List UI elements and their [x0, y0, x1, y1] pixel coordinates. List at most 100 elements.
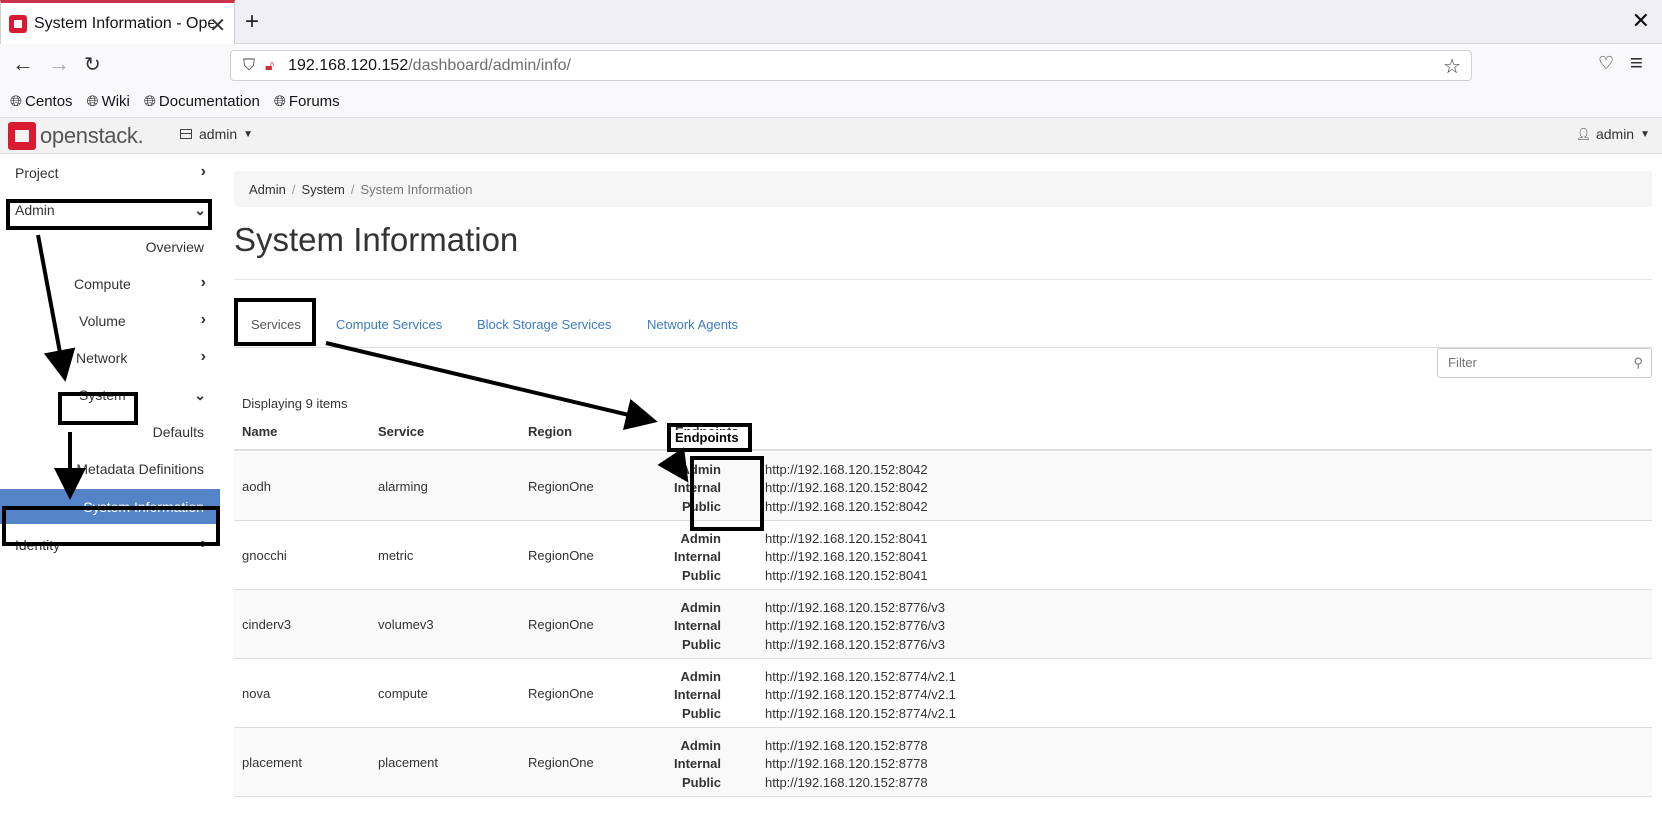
endpoint-labels: Admin Internal Public: [639, 737, 721, 792]
column-header-name[interactable]: Name: [242, 424, 277, 439]
endpoint-label-admin: Admin: [680, 669, 721, 684]
endpoint-label-public: Public: [681, 774, 721, 790]
endpoint-label-admin: Admin: [680, 462, 721, 477]
openstack-favicon-icon: [9, 14, 27, 33]
globe-icon: 🌐︎: [273, 93, 286, 110]
url-path: /dashboard/admin/info/: [408, 56, 571, 74]
endpoint-url-admin: http://192.168.120.152:8042: [765, 462, 928, 477]
sidebar-item-defaults[interactable]: Defaults: [0, 414, 220, 450]
openstack-logo[interactable]: openstack.: [8, 122, 144, 150]
back-arrow-icon[interactable]: ←: [12, 51, 34, 77]
sidebar-item-label: Admin: [15, 202, 55, 218]
url-bar[interactable]: ⛉ 🔓︎ 192.168.120.152/dashboard/admin/inf…: [230, 50, 1472, 81]
endpoint-url-admin: http://192.168.120.152:8776/v3: [765, 600, 945, 615]
cell-name: gnocchi: [242, 548, 287, 563]
url-text[interactable]: 192.168.120.152/dashboard/admin/info/: [288, 57, 571, 75]
endpoint-url-internal: http://192.168.120.152:8774/v2.1: [765, 687, 956, 703]
sidebar-item-label: System Information: [83, 498, 204, 515]
shield-icon[interactable]: ⛉: [243, 57, 255, 75]
endpoint-urls: http://192.168.120.152:8778 http://192.1…: [765, 737, 928, 792]
sidebar-item-label: Compute: [74, 276, 131, 292]
column-header-region[interactable]: Region: [528, 424, 572, 439]
sidebar-item-volume[interactable]: Volume ›: [0, 303, 220, 339]
sidebar-item-identity[interactable]: Identity ›: [0, 527, 220, 563]
cell-service: placement: [378, 755, 438, 770]
sidebar-item-project[interactable]: Project ›: [0, 155, 220, 191]
chevron-down-icon: ⌄: [194, 387, 206, 403]
bookmark-wiki[interactable]: 🌐︎ Wiki: [87, 93, 130, 110]
project-name: admin: [199, 126, 238, 142]
sidebar-item-admin[interactable]: Admin ⌄: [0, 192, 220, 228]
bookmark-centos[interactable]: 🌐︎ Centos: [10, 93, 73, 110]
sidebar-item-label: System: [79, 387, 126, 403]
endpoint-url-public: http://192.168.120.152:8042: [765, 498, 928, 514]
endpoint-url-public: http://192.168.120.152:8041: [765, 567, 928, 583]
sidebar-item-label: Identity: [15, 537, 61, 553]
filter-input[interactable]: [1448, 349, 1628, 375]
tab-network-agents[interactable]: Network Agents: [647, 300, 738, 348]
endpoint-urls: http://192.168.120.152:8042 http://192.1…: [765, 461, 928, 516]
endpoint-url-public: http://192.168.120.152:8776/v3: [765, 636, 945, 652]
endpoint-url-internal: http://192.168.120.152:8778: [765, 756, 928, 772]
endpoint-label-public: Public: [681, 567, 721, 583]
breadcrumb-system[interactable]: System: [301, 182, 344, 197]
table-row: nova compute RegionOne Admin Internal Pu…: [234, 659, 1652, 728]
tab-block-storage-services[interactable]: Block Storage Services: [477, 300, 611, 348]
search-icon[interactable]: ⚲: [1633, 355, 1643, 371]
cell-region: RegionOne: [528, 617, 594, 632]
table-row: cinderv3 volumev3 RegionOne Admin Intern…: [234, 590, 1652, 659]
new-tab-icon[interactable]: +: [238, 8, 266, 36]
endpoint-url-admin: http://192.168.120.152:8041: [765, 531, 928, 546]
cell-region: RegionOne: [528, 686, 594, 701]
endpoint-label-public: Public: [681, 498, 721, 514]
breadcrumb-separator: /: [350, 181, 355, 197]
endpoint-label-internal: Internal: [674, 687, 721, 703]
browser-tab[interactable]: System Information - Ope ✕: [0, 0, 235, 44]
breadcrumb-admin[interactable]: Admin: [249, 182, 286, 197]
window-close-icon[interactable]: ✕: [1632, 8, 1650, 34]
sidebar-item-label: Project: [15, 165, 59, 181]
bookmark-star-icon[interactable]: ☆: [1443, 54, 1461, 79]
project-list-icon: [180, 129, 192, 139]
sidebar-item-system-information[interactable]: System Information: [0, 489, 220, 524]
endpoint-label-internal: Internal: [674, 549, 721, 565]
tab-compute-services[interactable]: Compute Services: [336, 300, 442, 348]
column-header-service[interactable]: Service: [378, 424, 424, 439]
cell-service: volumev3: [378, 617, 434, 632]
pocket-icon[interactable]: ♡: [1598, 53, 1614, 74]
forward-arrow-icon[interactable]: →: [48, 51, 70, 77]
user-menu[interactable]: 👤︎ admin ▼: [1576, 126, 1650, 142]
sidebar-item-overview[interactable]: Overview: [0, 229, 220, 265]
tab-services[interactable]: Services: [251, 300, 301, 348]
url-host: 192.168.120.152: [288, 56, 409, 74]
bookmark-documentation[interactable]: 🌐︎ Documentation: [144, 93, 260, 110]
sidebar-item-network[interactable]: Network ›: [0, 340, 220, 376]
reload-icon[interactable]: ↻: [84, 52, 101, 77]
hamburger-menu-icon[interactable]: ≡: [1630, 50, 1643, 76]
bookmark-forums[interactable]: 🌐︎ Forums: [274, 93, 340, 110]
cell-region: RegionOne: [528, 479, 594, 494]
table-header: Name Service Region Endpoints: [234, 413, 1652, 451]
cell-service: metric: [378, 548, 414, 563]
sidebar-item-metadata-definitions[interactable]: Metadata Definitions: [0, 451, 220, 487]
sidebar: Project › Admin ⌄ Overview Compute › Vol…: [0, 155, 220, 818]
openstack-logo-icon: [8, 122, 36, 150]
item-count: Displaying 9 items: [242, 396, 348, 411]
cell-region: RegionOne: [528, 755, 594, 770]
sidebar-item-system[interactable]: System ⌄: [0, 377, 220, 413]
endpoint-labels: Admin Internal Public: [639, 668, 721, 723]
sidebar-item-compute[interactable]: Compute ›: [0, 266, 220, 302]
chevron-right-icon: ›: [200, 348, 206, 365]
sidebar-item-label: Volume: [79, 313, 126, 329]
close-tab-icon[interactable]: ✕: [209, 13, 226, 38]
endpoint-urls: http://192.168.120.152:8776/v3 http://19…: [765, 599, 945, 654]
project-selector[interactable]: admin ▼: [180, 126, 253, 142]
user-icon: 👤︎: [1575, 127, 1591, 141]
page-title: System Information: [234, 221, 519, 258]
insecure-lock-icon[interactable]: 🔓︎: [265, 57, 274, 74]
chevron-right-icon: ›: [200, 163, 206, 180]
endpoint-urls: http://192.168.120.152:8774/v2.1 http://…: [765, 668, 956, 723]
endpoint-url-admin: http://192.168.120.152:8778: [765, 738, 928, 753]
endpoint-label-internal: Internal: [674, 756, 721, 772]
cell-name: nova: [242, 686, 271, 701]
